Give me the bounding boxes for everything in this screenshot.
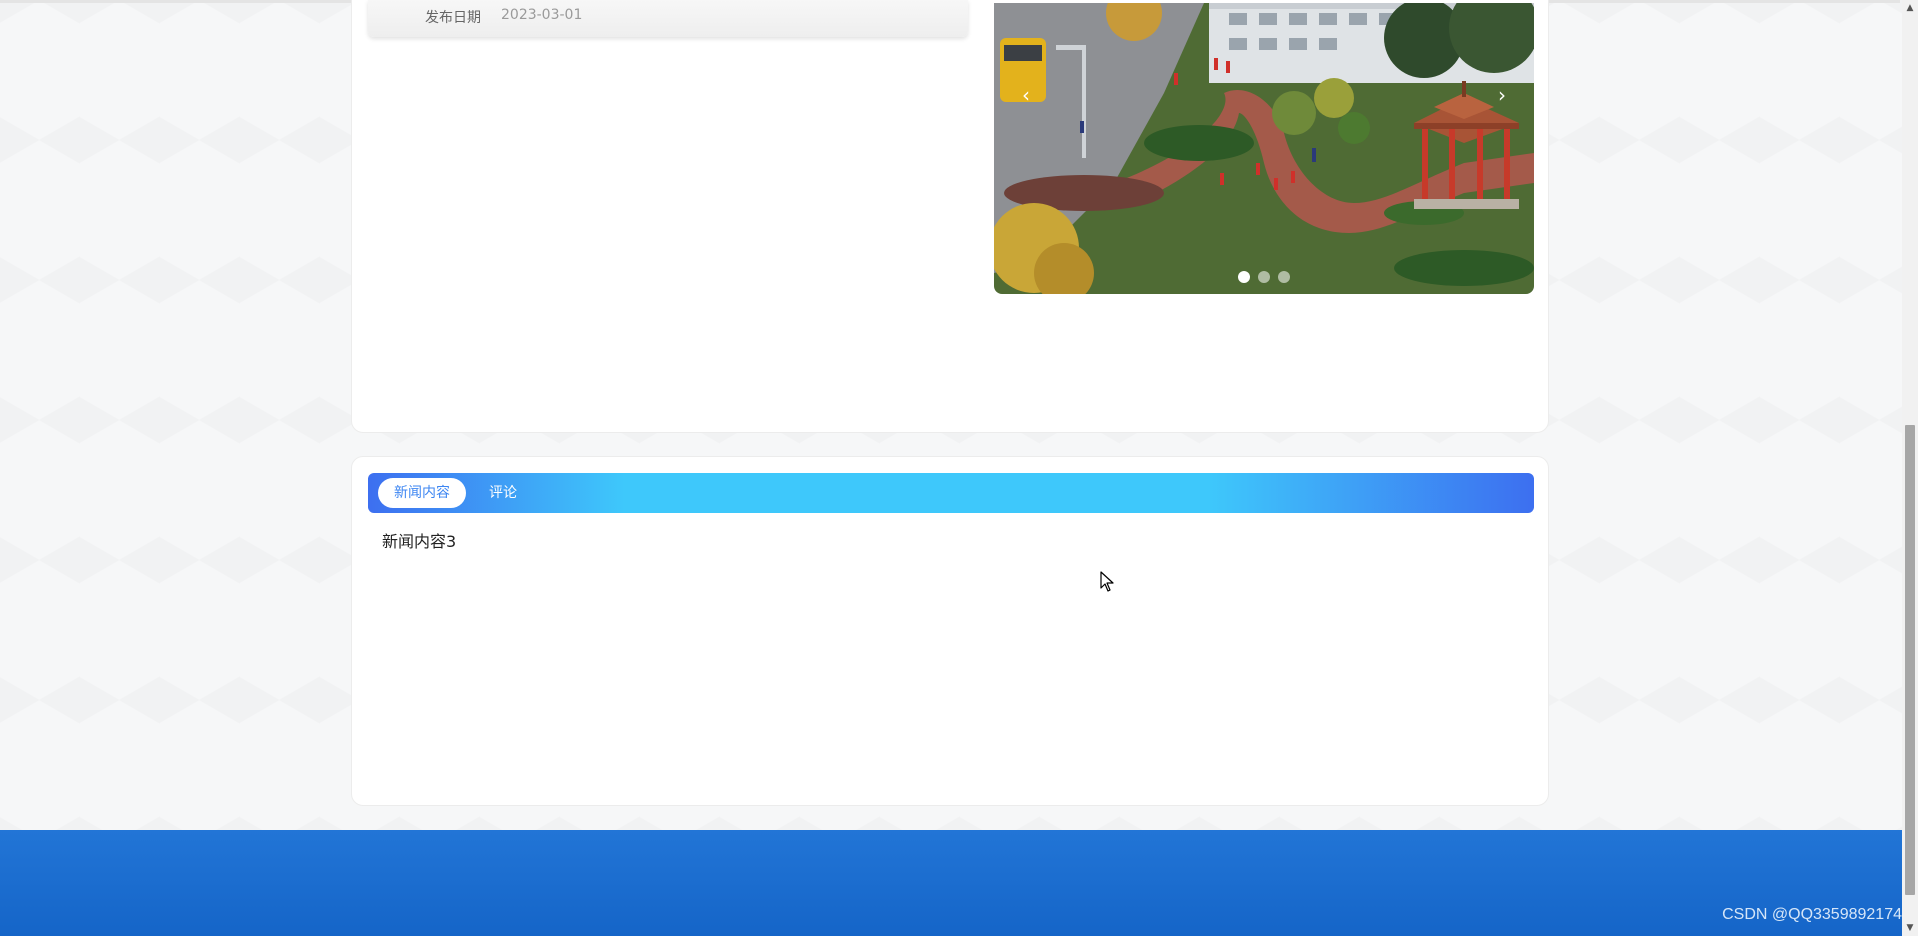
mouse-cursor-icon xyxy=(1100,571,1114,592)
carousel-prev-button[interactable]: ‹ xyxy=(1014,83,1038,107)
content-tabbar: 新闻内容 评论 xyxy=(368,473,1534,513)
tab-news-content[interactable]: 新闻内容 xyxy=(378,478,466,508)
carousel-next-button[interactable]: › xyxy=(1490,83,1514,107)
publish-date-value: 2023-03-01 xyxy=(501,7,583,23)
csdn-watermark: CSDN @QQ3359892174 xyxy=(1722,906,1902,923)
carousel-dot-1[interactable] xyxy=(1238,271,1250,283)
publish-date-label: 发布日期 xyxy=(425,10,481,26)
carousel-image xyxy=(994,3,1534,294)
carousel-indicators xyxy=(1238,271,1290,283)
image-carousel[interactable]: ‹ › xyxy=(994,3,1534,294)
carousel-dot-2[interactable] xyxy=(1258,271,1270,283)
carousel-dot-3[interactable] xyxy=(1278,271,1290,283)
scrollbar-thumb[interactable] xyxy=(1905,425,1915,895)
publish-date-row: 发布日期 2023-03-01 xyxy=(368,0,968,37)
tab-comments[interactable]: 评论 xyxy=(478,478,528,508)
news-body-text: 新闻内容3 xyxy=(382,532,457,551)
scroll-up-arrow-icon[interactable]: ▲ xyxy=(1902,0,1918,16)
vertical-scrollbar[interactable]: ▲ ▼ xyxy=(1902,0,1918,936)
page-footer xyxy=(0,830,1902,936)
scroll-down-arrow-icon[interactable]: ▼ xyxy=(1902,920,1918,936)
